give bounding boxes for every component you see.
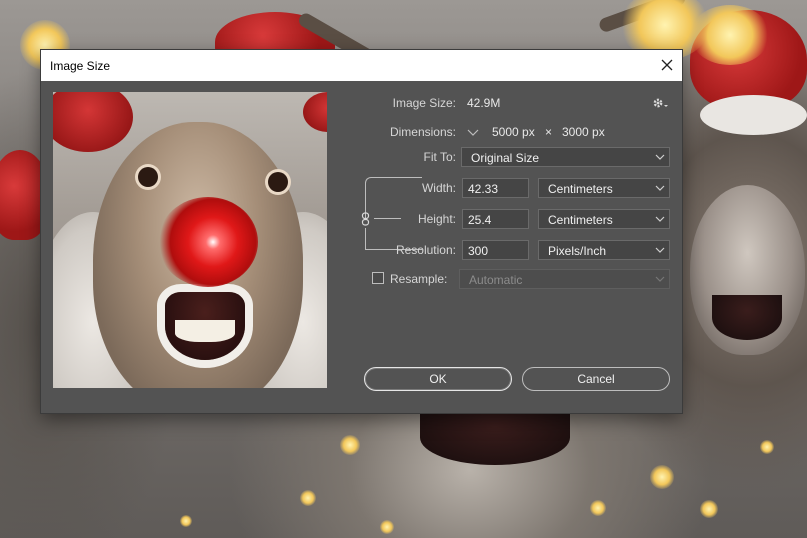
image-size-dialog: Image Size Image Size: 42.9M Dimensions: bbox=[41, 50, 682, 413]
resample-checkbox[interactable] bbox=[372, 272, 384, 284]
close-icon bbox=[661, 59, 673, 71]
chevron-down-icon bbox=[655, 216, 665, 222]
width-unit-select[interactable]: Centimeters bbox=[538, 178, 670, 198]
dimensions-height: 3000 px bbox=[562, 125, 605, 139]
resolution-unit-select[interactable]: Pixels/Inch bbox=[538, 240, 670, 260]
resolution-unit-value: Pixels/Inch bbox=[548, 244, 607, 258]
width-unit-value: Centimeters bbox=[548, 182, 613, 196]
resample-method-select: Automatic bbox=[459, 269, 670, 289]
cancel-button[interactable]: Cancel bbox=[522, 367, 670, 391]
height-unit-select[interactable]: Centimeters bbox=[538, 209, 670, 229]
fit-to-select[interactable]: Original Size bbox=[461, 147, 670, 167]
fit-to-value: Original Size bbox=[471, 151, 540, 165]
height-unit-value: Centimeters bbox=[548, 213, 613, 227]
dimensions-separator: × bbox=[545, 125, 553, 139]
resolution-label: Resolution: bbox=[395, 243, 456, 257]
close-button[interactable] bbox=[652, 50, 682, 81]
height-input[interactable]: 25.4 bbox=[462, 209, 529, 229]
height-label: Height: bbox=[417, 212, 456, 226]
chevron-down-icon bbox=[655, 154, 665, 160]
dialog-titlebar: Image Size bbox=[41, 50, 682, 81]
dialog-title: Image Size bbox=[50, 59, 111, 73]
settings-gear-button[interactable] bbox=[652, 96, 668, 110]
fit-to-label: Fit To: bbox=[423, 150, 456, 164]
chevron-down-icon bbox=[655, 247, 665, 253]
chevron-down-icon bbox=[655, 276, 665, 282]
image-size-label: Image Size: bbox=[392, 96, 456, 110]
resample-label: Resample: bbox=[390, 272, 448, 286]
width-label: Width: bbox=[421, 181, 456, 195]
dimensions-units-toggle[interactable] bbox=[467, 125, 479, 136]
resample-method-value: Automatic bbox=[469, 273, 523, 287]
image-preview[interactable] bbox=[53, 92, 327, 388]
image-size-value: 42.9M bbox=[467, 96, 501, 110]
chevron-down-icon bbox=[467, 129, 479, 136]
gear-icon bbox=[653, 98, 668, 108]
ok-button[interactable]: OK bbox=[364, 367, 512, 391]
dimensions-label: Dimensions: bbox=[389, 125, 456, 139]
resolution-input[interactable]: 300 bbox=[462, 240, 529, 260]
dimensions-width: 5000 px bbox=[492, 125, 535, 139]
chevron-down-icon bbox=[655, 185, 665, 191]
width-input[interactable]: 42.33 bbox=[462, 178, 529, 198]
